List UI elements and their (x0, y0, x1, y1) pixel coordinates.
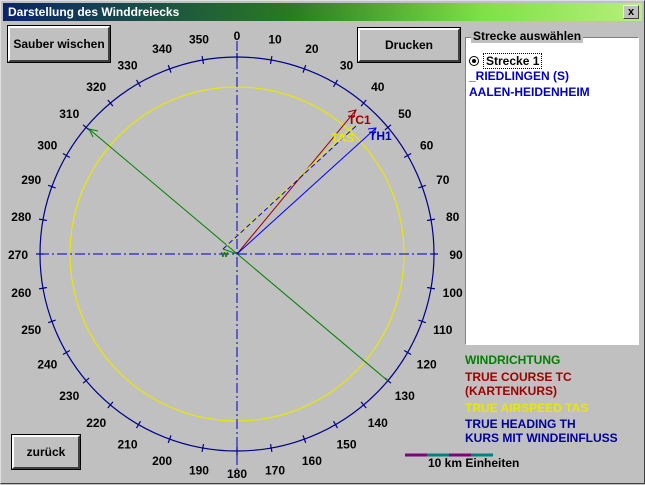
legend-true-course: TRUE COURSE TC (465, 370, 572, 384)
back-button[interactable]: zurück (11, 434, 81, 470)
bearing-label: 250 (21, 323, 41, 337)
bearing-label: 60 (420, 139, 434, 153)
wind-vector-label: w (220, 249, 229, 259)
clear-button[interactable]: Sauber wischen (7, 25, 111, 63)
bearing-label: 330 (117, 58, 137, 72)
legend-true-airspeed: TRUE AIRSPEED TAS (465, 401, 589, 415)
legend-true-course-note: (KARTENKURS) (465, 384, 557, 398)
bearing-label: 340 (152, 42, 172, 56)
bearing-label: 130 (395, 389, 415, 403)
route-item-aalen-heidenheim[interactable]: AALEN-HEIDENHEIM (469, 85, 590, 99)
print-button[interactable]: Drucken (357, 27, 461, 63)
bearing-label: 280 (11, 210, 31, 224)
bearing-label: 90 (449, 248, 463, 262)
bearing-label: 180 (227, 467, 247, 481)
wind-direction-line (88, 128, 389, 382)
tc-vector-label: TC1 (348, 113, 371, 127)
bearing-label: 160 (302, 454, 322, 468)
bearing-label: 170 (265, 464, 285, 478)
bearing-label: 320 (86, 80, 106, 94)
legend-true-heading: TRUE HEADING TH (465, 417, 576, 431)
route-panel-title: Strecke auswählen (471, 29, 584, 43)
bearing-label: 240 (37, 358, 57, 372)
true-heading-vector (236, 127, 377, 255)
bearing-label: 20 (305, 42, 319, 56)
bearing-label: 150 (336, 438, 356, 452)
radio-button[interactable] (469, 56, 479, 66)
legend-true-heading-note: KURS MIT WINDEINFLUSS (465, 431, 618, 445)
scale-label: 10 km Einheiten (428, 456, 520, 470)
bearing-label: 0 (234, 29, 241, 43)
radio-label: Strecke 1 (483, 53, 543, 69)
bearing-label: 310 (59, 107, 79, 121)
bearing-label: 120 (417, 358, 437, 372)
route-list-box (465, 37, 639, 345)
bearing-label: 140 (368, 416, 388, 430)
bearing-label: 70 (436, 173, 450, 187)
bearing-label: 290 (21, 173, 41, 187)
route-item-riedlingen[interactable]: _RIEDLINGEN (S) (469, 69, 569, 83)
route-radio-option[interactable]: Strecke 1 (469, 53, 543, 69)
bearing-label: 190 (189, 464, 209, 478)
bearing-label: 50 (398, 107, 412, 121)
bearing-label: 300 (37, 139, 57, 153)
bearing-label: 260 (11, 286, 31, 300)
bearing-label: 10 (268, 32, 282, 46)
bearing-label: 200 (152, 454, 172, 468)
bearing-label: 100 (443, 286, 463, 300)
bearing-label: 40 (371, 80, 385, 94)
bearing-label: 80 (446, 210, 460, 224)
compass-labels: 0 10 20 30 40 50 60 70 80 90 100 110 120 130 140 150 160… (8, 29, 463, 481)
bearing-label: 230 (59, 389, 79, 403)
bearing-label: 220 (86, 416, 106, 430)
tas-vector-label: TAS (331, 131, 354, 145)
bearing-label: 210 (117, 438, 137, 452)
bearing-label: 30 (340, 58, 354, 72)
bearing-label: 270 (8, 248, 28, 262)
main-window: Darstellung des Winddreiecks x 0 10 20 30 40… (0, 0, 645, 484)
bearing-label: 110 (433, 323, 453, 337)
th-vector-label: TH1 (369, 129, 392, 143)
bearing-label: 350 (189, 32, 209, 46)
legend-wind-direction: WINDRICHTUNG (465, 353, 561, 367)
